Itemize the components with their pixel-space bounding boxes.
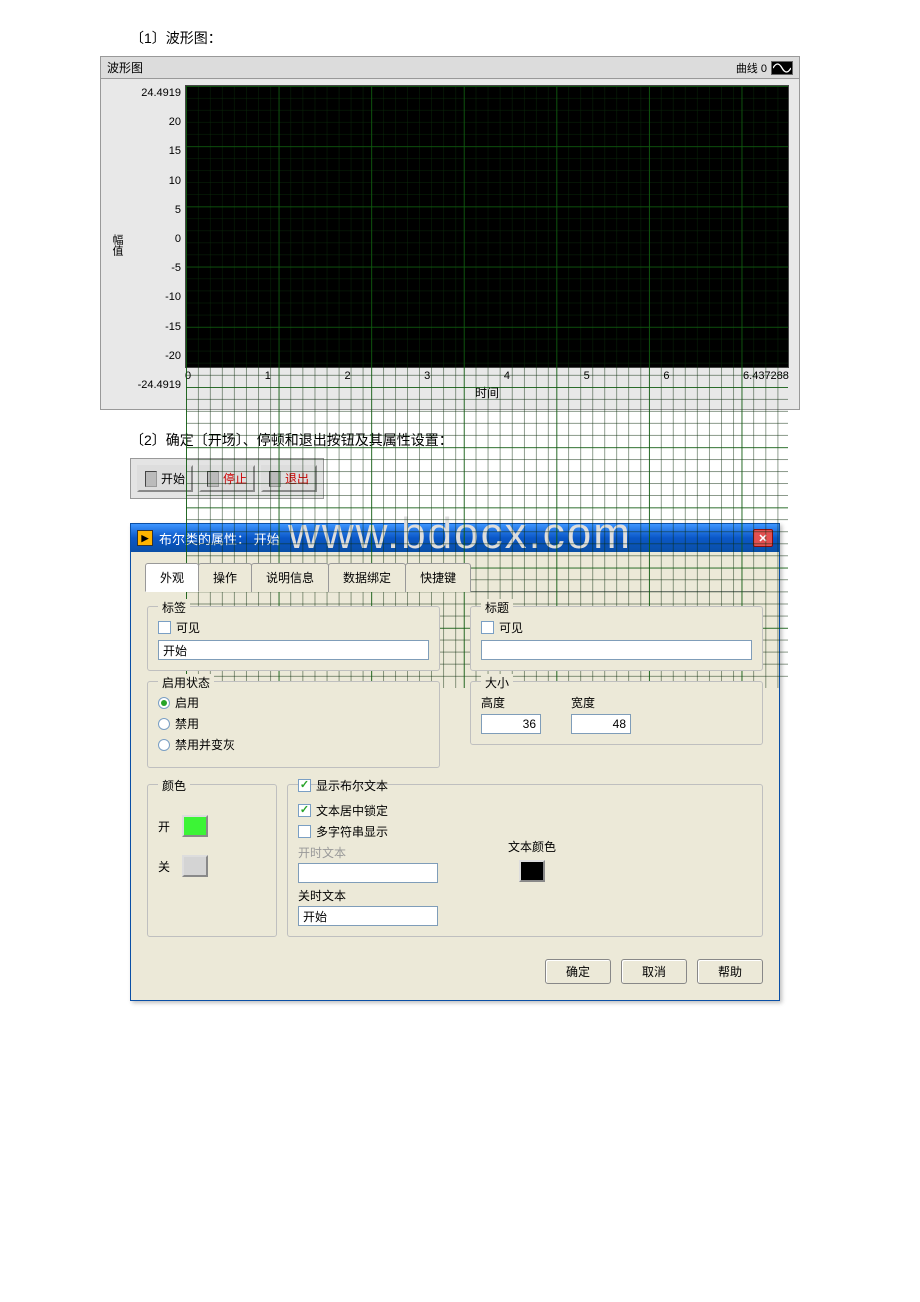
- radio-disabled-gray[interactable]: [158, 739, 170, 751]
- off-text-label: 关时文本: [298, 887, 478, 904]
- color-group: 颜色 开 关: [147, 784, 277, 937]
- y-tick: -24.4919: [129, 379, 181, 391]
- size-group-title: 大小: [481, 674, 513, 691]
- y-tick: 0: [129, 233, 181, 245]
- plot-area[interactable]: [185, 85, 789, 368]
- center-lock-label: 文本居中锁定: [316, 802, 388, 819]
- tab-operation[interactable]: 操作: [198, 563, 252, 592]
- text-color-label: 文本颜色: [508, 838, 556, 855]
- radio-enabled-label: 启用: [175, 694, 199, 711]
- on-color-label: 开: [158, 818, 170, 835]
- y-tick: 20: [129, 116, 181, 128]
- on-color-picker[interactable]: [182, 815, 208, 837]
- y-tick: 15: [129, 145, 181, 157]
- button-indicator: [145, 471, 157, 487]
- label-visible-checkbox[interactable]: [158, 621, 171, 634]
- tab-databinding[interactable]: 数据绑定: [328, 563, 406, 592]
- section-heading-1: 〔1〕波形图：: [130, 28, 900, 48]
- caption-text-input[interactable]: [481, 640, 752, 660]
- off-color-label: 关: [158, 858, 170, 875]
- y-tick: -10: [129, 291, 181, 303]
- radio-disabled[interactable]: [158, 718, 170, 730]
- y-tick: 5: [129, 204, 181, 216]
- enable-state-group-title: 启用状态: [158, 674, 214, 691]
- help-button[interactable]: 帮助: [697, 959, 763, 984]
- y-tick: -20: [129, 350, 181, 362]
- height-input[interactable]: [481, 714, 541, 734]
- labview-icon: ▶: [137, 530, 153, 546]
- width-input[interactable]: [571, 714, 631, 734]
- start-button-label: 开始: [161, 470, 185, 487]
- height-label: 高度: [481, 694, 541, 711]
- waveform-chart: 波形图 曲线 0 幅值 24.4919 20 15 10 5 0 -5 -10 …: [100, 56, 800, 410]
- radio-enabled[interactable]: [158, 697, 170, 709]
- show-bool-text-checkbox[interactable]: [298, 779, 311, 792]
- y-tick: -5: [129, 262, 181, 274]
- enable-state-group: 启用状态 启用 禁用 禁用并变灰: [147, 681, 440, 768]
- legend-label: 曲线 0: [736, 60, 767, 76]
- text-color-picker[interactable]: [519, 860, 545, 882]
- size-group: 大小 高度 宽度: [470, 681, 763, 745]
- y-axis-label: 幅值: [105, 85, 129, 405]
- dialog-button-row: 确定 取消 帮助: [147, 947, 763, 984]
- show-bool-text-label: 显示布尔文本: [316, 777, 388, 794]
- off-color-picker[interactable]: [182, 855, 208, 877]
- caption-visible-text: 可见: [499, 619, 523, 636]
- on-text-input[interactable]: [298, 863, 438, 883]
- caption-visible-checkbox[interactable]: [481, 621, 494, 634]
- tab-appearance[interactable]: 外观: [145, 563, 199, 592]
- cancel-button[interactable]: 取消: [621, 959, 687, 984]
- y-tick: 10: [129, 175, 181, 187]
- caption-group: 标题 可见: [470, 606, 763, 671]
- label-group: 标签 可见: [147, 606, 440, 671]
- boolean-text-group: 显示布尔文本 文本居中锁定 多字符串显示 开时文本: [287, 784, 763, 937]
- label-group-title: 标签: [158, 599, 190, 616]
- on-text-label: 开时文本: [298, 844, 478, 861]
- ok-button[interactable]: 确定: [545, 959, 611, 984]
- width-label: 宽度: [571, 694, 631, 711]
- y-tick: 24.4919: [129, 87, 181, 99]
- chart-legend[interactable]: 曲线 0: [736, 60, 793, 76]
- label-visible-text: 可见: [176, 619, 200, 636]
- legend-swatch-icon: [771, 61, 793, 75]
- tab-description[interactable]: 说明信息: [251, 563, 329, 592]
- chart-title: 波形图: [107, 59, 143, 76]
- caption-group-title: 标题: [481, 599, 513, 616]
- radio-disabled-label: 禁用: [175, 715, 199, 732]
- off-text-input[interactable]: [298, 906, 438, 926]
- plot-grid: [186, 86, 788, 688]
- y-axis-ticks: 24.4919 20 15 10 5 0 -5 -10 -15 -20 -24.…: [129, 85, 185, 405]
- chart-body: 幅值 24.4919 20 15 10 5 0 -5 -10 -15 -20 -…: [101, 79, 799, 409]
- label-text-input[interactable]: [158, 640, 429, 660]
- y-tick: -15: [129, 321, 181, 333]
- chart-header: 波形图 曲线 0: [101, 57, 799, 79]
- radio-disabled-gray-label: 禁用并变灰: [175, 736, 235, 753]
- multi-string-label: 多字符串显示: [316, 823, 388, 840]
- start-button[interactable]: 开始: [137, 465, 193, 492]
- tab-shortcuts[interactable]: 快捷键: [405, 563, 471, 592]
- center-lock-checkbox[interactable]: [298, 804, 311, 817]
- multi-string-checkbox[interactable]: [298, 825, 311, 838]
- color-group-title: 颜色: [158, 777, 190, 794]
